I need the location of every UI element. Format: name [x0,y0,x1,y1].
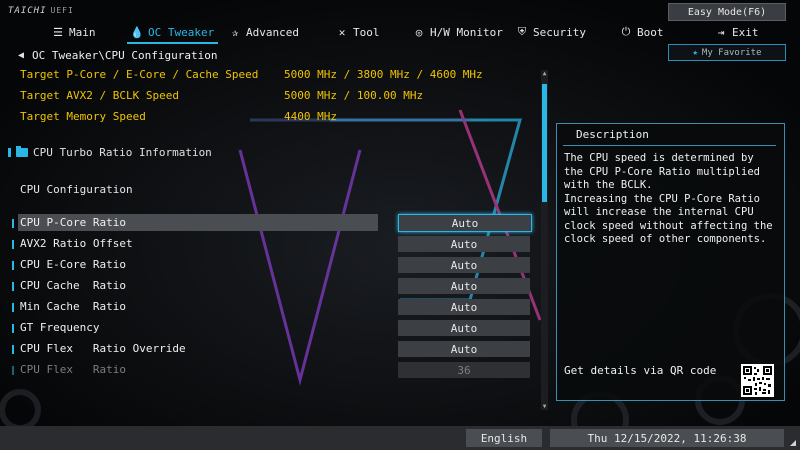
info-value-core-speed: 5000 MHz / 3800 MHz / 4600 MHz [284,68,483,81]
setting-row-cpu-p-core-ratio[interactable]: CPU P-Core Ratio Auto [12,214,532,232]
tab-security[interactable]: ⛨ Security [516,22,586,42]
tab-label: H/W Monitor [430,25,503,39]
tab-label: Advanced [246,25,299,39]
breadcrumb: ◀ OC Tweaker\CPU Configuration [18,49,217,62]
row-marker [12,282,14,291]
tab-tool[interactable]: ✕ Tool [336,22,380,42]
tools-icon: ✕ [338,25,346,39]
section-heading: CPU Configuration [20,183,133,196]
row-marker [8,148,11,157]
setting-value[interactable]: Auto [398,257,530,273]
setting-label: CPU Flex Ratio [20,363,126,376]
info-value-avx2-bclk: 5000 MHz / 100.00 MHz [284,89,424,102]
my-favorite-button[interactable]: ★ My Favorite [668,44,786,61]
info-label-memory-speed: Target Memory Speed [20,110,146,123]
info-label-avx2-bclk: Target AVX2 / BCLK Speed [20,89,179,102]
tab-label: Tool [353,25,380,39]
favorite-label: My Favorite [701,47,762,58]
exit-icon: ⇥ [717,25,725,39]
setting-value[interactable]: Auto [398,214,532,232]
scrollbar[interactable]: ▲ ▼ [541,70,548,410]
row-marker [12,345,14,354]
tab-label: OC Tweaker [148,25,215,39]
tab-label: Main [69,25,96,39]
row-marker [12,303,14,312]
easy-mode-button[interactable]: Easy Mode(F6) [668,3,786,21]
row-marker [12,324,14,333]
droplet-icon: 💧 [130,25,144,39]
tab-label: Security [533,25,586,39]
info-label-core-speed: Target P-Core / E-Core / Cache Speed [20,68,259,81]
logo-sub: UEFI [50,6,74,15]
setting-label: CPU Cache Ratio [20,279,126,292]
row-marker [12,219,14,228]
qr-label: Get details via QR code [564,364,717,377]
setting-row-cpu-flex-ratio-override[interactable]: CPU Flex Ratio Override Auto [12,340,532,358]
setting-row-cpu-flex-ratio: CPU Flex Ratio 36 [12,361,532,379]
setting-row-cpu-cache-ratio[interactable]: CPU Cache Ratio Auto [12,277,532,295]
tab-oc-tweaker[interactable]: 💧 OC Tweaker [126,22,219,44]
setting-value: 36 [398,362,530,378]
setting-value[interactable]: Auto [398,299,530,315]
description-panel: Description The CPU speed is determined … [556,123,785,401]
star-icon: ★ [692,47,698,58]
folder-icon [16,146,28,157]
tab-label: Boot [637,25,664,39]
logo-text: TAICHI [8,6,47,16]
menu-icon: ☰ [53,25,63,39]
setting-value[interactable]: Auto [398,341,530,357]
setting-row-min-cache-ratio[interactable]: Min Cache Ratio Auto [12,298,532,316]
row-marker [12,261,14,270]
scrollbar-thumb[interactable] [542,84,547,202]
description-text: The CPU speed is determined by the CPU P… [564,152,773,245]
scroll-up-icon[interactable]: ▲ [541,70,548,77]
setting-label: CPU E-Core Ratio [20,258,126,271]
tab-label: Exit [732,25,759,39]
setting-value[interactable]: Auto [398,278,530,294]
star-arrow-icon: ✰ [231,25,239,39]
tab-main[interactable]: ☰ Main [52,22,96,42]
setting-label: GT Frequency [20,321,100,334]
setting-row-gt-frequency[interactable]: GT Frequency Auto [12,319,532,337]
tab-boot[interactable]: ⏻ Boot [620,22,664,42]
setting-value[interactable]: Auto [398,320,530,336]
description-title: Description [563,124,776,146]
qr-code-icon [741,364,774,397]
info-value-memory-speed: 4400 MHz [284,110,337,123]
shield-icon: ⛨ [517,25,527,38]
tab-exit[interactable]: ⇥ Exit [715,22,759,42]
corner-arrow-icon [790,440,796,446]
language-selector[interactable]: English [466,429,542,447]
power-icon: ⏻ [621,25,631,38]
row-marker [12,240,14,249]
setting-label: Min Cache Ratio [20,300,126,313]
setting-row-cpu-e-core-ratio[interactable]: CPU E-Core Ratio Auto [12,256,532,274]
setting-value[interactable]: Auto [398,236,530,252]
scroll-down-icon[interactable]: ▼ [541,403,548,410]
tab-hw-monitor[interactable]: ◎ H/W Monitor [413,22,503,42]
setting-row-avx2-ratio-offset[interactable]: AVX2 Ratio Offset Auto [12,235,532,253]
setting-label: CPU P-Core Ratio [20,216,126,229]
setting-label: CPU Flex Ratio Override [20,342,186,355]
submenu-turbo-ratio[interactable]: CPU Turbo Ratio Information [8,146,212,159]
setting-label: AVX2 Ratio Offset [20,237,133,250]
back-arrow-icon[interactable]: ◀ [18,50,24,61]
breadcrumb-path: OC Tweaker\CPU Configuration [32,49,218,62]
row-marker [12,366,14,375]
tab-advanced[interactable]: ✰ Advanced [229,22,299,42]
submenu-label: CPU Turbo Ratio Information [33,146,212,159]
main-nav: ☰ Main 💧 OC Tweaker ✰ Advanced ✕ Tool ◎ H/W M… [0,22,800,44]
monitor-icon: ◎ [415,25,423,39]
datetime-display: Thu 12/15/2022, 11:26:38 [550,429,784,447]
brand-logo: TAICHI UEFI [8,6,74,16]
